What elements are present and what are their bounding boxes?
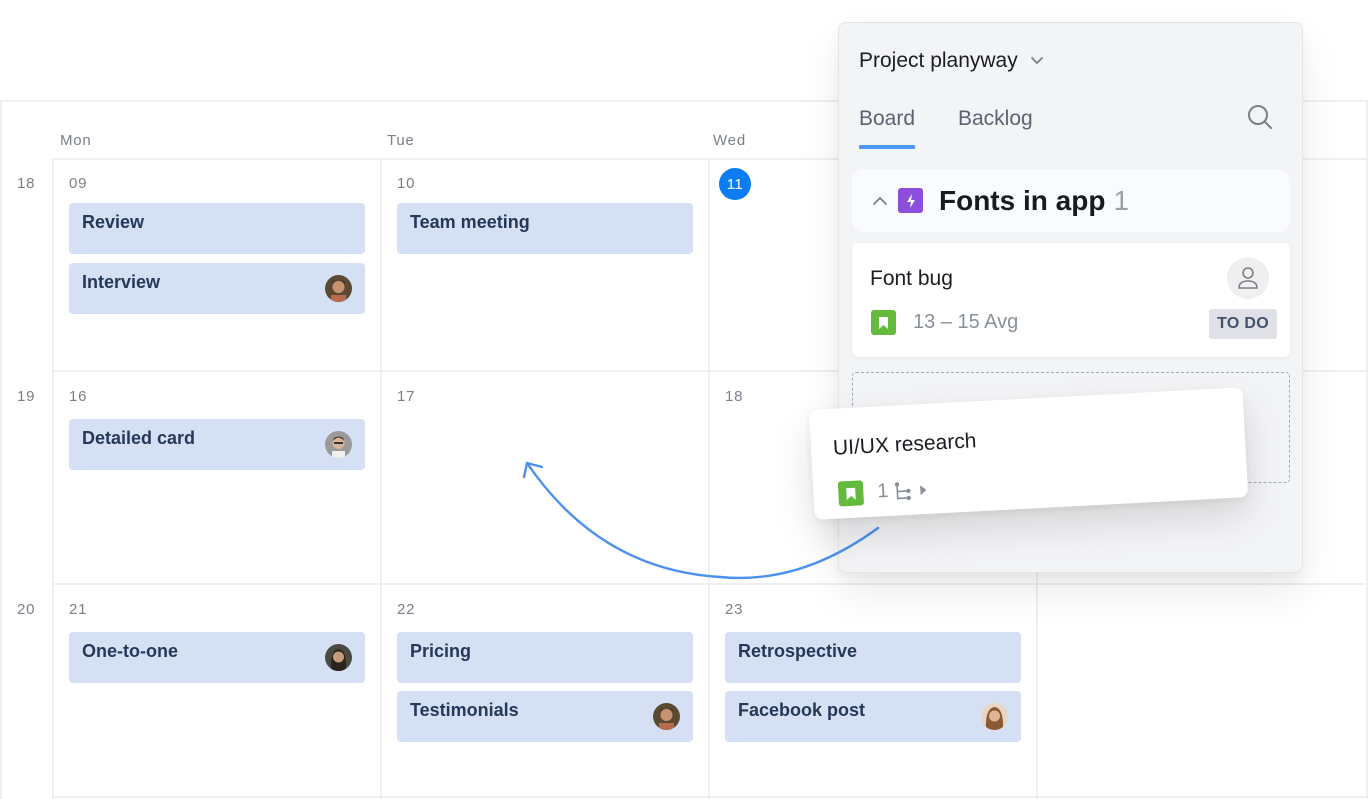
issue-title: Font bug <box>870 267 953 290</box>
event-title: Testimonials <box>410 700 519 720</box>
today-badge[interactable]: 11 <box>719 168 751 200</box>
caret-right-icon[interactable] <box>918 482 929 497</box>
assignee-button[interactable] <box>1227 257 1269 299</box>
week-number: 18 <box>17 175 36 192</box>
grid-line <box>708 158 710 799</box>
active-tab-indicator <box>859 145 915 149</box>
epic-group[interactable]: Fonts in app 1 <box>852 169 1290 232</box>
avatar[interactable] <box>325 644 352 671</box>
event-title: Detailed card <box>82 428 196 448</box>
avatar[interactable] <box>653 703 680 730</box>
event-card[interactable]: Review <box>69 203 365 254</box>
event-card[interactable]: Detailed card <box>69 419 365 470</box>
status-badge[interactable]: TO DO <box>1209 309 1277 339</box>
grid-line <box>52 583 1368 585</box>
event-title: Pricing <box>410 641 472 661</box>
avatar[interactable] <box>981 703 1008 730</box>
day-number: 16 <box>69 388 88 405</box>
project-selector[interactable]: Project planyway <box>859 49 1044 73</box>
event-card[interactable]: Testimonials <box>397 691 693 742</box>
epic-count: 1 <box>1113 184 1130 216</box>
grid-line <box>52 796 1368 798</box>
day-number: 23 <box>725 601 744 618</box>
day-number: 17 <box>397 388 416 405</box>
event-title: Retrospective <box>738 641 858 661</box>
grid-line <box>380 158 382 799</box>
event-card[interactable]: Retrospective <box>725 632 1021 683</box>
lightning-icon <box>898 188 923 213</box>
weekday-header-tue: Tue <box>387 132 415 149</box>
subtask-count: 1 <box>876 479 890 503</box>
day-number: 22 <box>397 601 416 618</box>
issue-card[interactable]: Font bug 13 – 15 Avg TO DO <box>852 243 1290 357</box>
event-title: Review <box>82 212 145 232</box>
grid-line <box>52 158 54 799</box>
dragged-card-title: UI/UX research <box>832 429 977 460</box>
day-number: 21 <box>69 601 88 618</box>
issue-dates: 13 – 15 Avg <box>913 311 1019 333</box>
search-icon <box>1248 105 1272 129</box>
event-title: One-to-one <box>82 641 178 661</box>
dragged-card[interactable]: UI/UX research 1 <box>809 387 1249 520</box>
avatar[interactable] <box>325 431 352 458</box>
bookmark-icon <box>871 310 896 335</box>
tab-board[interactable]: Board <box>859 107 915 131</box>
event-title: Interview <box>82 272 161 292</box>
event-card[interactable]: Interview <box>69 263 365 314</box>
chevron-up-icon[interactable] <box>872 196 888 206</box>
weekday-header-wed: Wed <box>713 132 746 149</box>
chevron-down-icon <box>1030 57 1043 65</box>
event-card[interactable]: Team meeting <box>397 203 693 254</box>
day-number: 10 <box>397 175 416 192</box>
event-card[interactable]: Facebook post <box>725 691 1021 742</box>
user-icon <box>1238 267 1258 289</box>
event-card[interactable]: Pricing <box>397 632 693 683</box>
avatar[interactable] <box>325 275 352 302</box>
project-name: Project planyway <box>859 49 1018 72</box>
week-number: 19 <box>17 388 36 405</box>
event-card[interactable]: One-to-one <box>69 632 365 683</box>
event-title: Team meeting <box>410 212 530 232</box>
tab-backlog[interactable]: Backlog <box>958 107 1033 131</box>
day-number: 09 <box>69 175 88 192</box>
subtasks-icon <box>894 481 912 500</box>
bookmark-icon <box>837 480 865 507</box>
search-button[interactable] <box>1245 103 1275 133</box>
week-number: 20 <box>17 601 36 618</box>
epic-title: Fonts in app <box>939 184 1106 216</box>
event-title: Facebook post <box>738 700 866 720</box>
weekday-header-mon: Mon <box>60 132 92 149</box>
day-number: 18 <box>725 388 744 405</box>
